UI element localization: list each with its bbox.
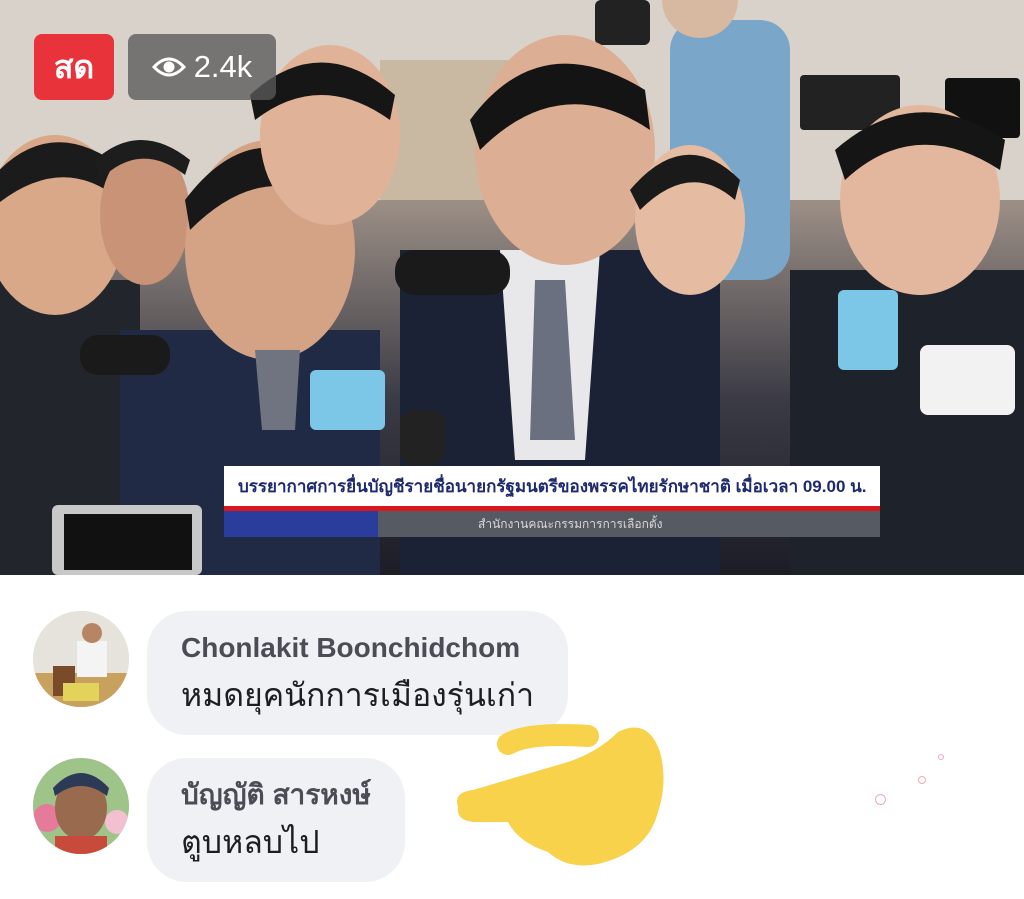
ticker-brand-block: [224, 511, 378, 537]
live-badge: สด: [34, 34, 114, 100]
ticker-subline: สำนักงานคณะกรรมการการเลือกตั้ง: [378, 511, 880, 537]
avatar[interactable]: [33, 758, 129, 854]
commenter-name[interactable]: Chonlakit Boonchidchom: [181, 631, 534, 665]
sparkle-decoration: [938, 754, 944, 760]
viewer-count-badge: 2.4k: [128, 34, 276, 100]
live-video[interactable]: สด 2.4k บรรยากาศการยื่นบัญชีรายชื่อนายกร…: [0, 0, 1024, 575]
commenter-name[interactable]: บัญญัติ สารหงษ์: [181, 778, 371, 812]
ticker-headline: บรรยากาศการยื่นบัญชีรายชื่อนายกรัฐมนตรีข…: [224, 466, 880, 511]
comment-item: Chonlakit Boonchidchom หมดยุคนักการเมือง…: [33, 611, 569, 735]
comment-text: หมดยุคนักการเมืองรุ่นเก่า: [181, 677, 535, 713]
eye-icon: [151, 57, 186, 77]
sparkle-decoration: [875, 794, 886, 805]
avatar[interactable]: [33, 611, 129, 707]
viewer-count: 2.4k: [193, 49, 253, 84]
news-ticker: บรรยากาศการยื่นบัญชีรายชื่อนายกรัฐมนตรีข…: [224, 466, 880, 537]
pointing-hand-emoji: [457, 724, 664, 866]
comment-item: บัญญัติ สารหงษ์ ตูบหลบไป: [33, 758, 405, 882]
comment-text: ตูบหลบไป: [181, 824, 320, 860]
comment-bubble: Chonlakit Boonchidchom หมดยุคนักการเมือง…: [147, 611, 569, 735]
comment-bubble: บัญญัติ สารหงษ์ ตูบหลบไป: [147, 758, 405, 882]
sparkle-decoration: [918, 776, 926, 784]
